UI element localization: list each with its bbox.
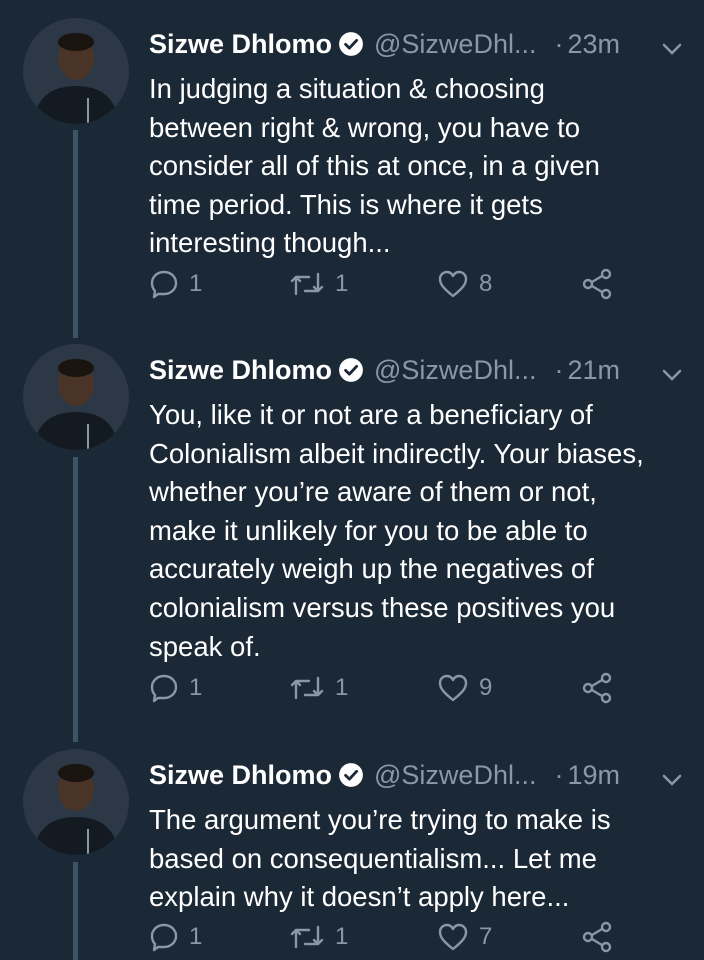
display-name[interactable]: Sizwe Dhlomo bbox=[149, 355, 332, 386]
timestamp[interactable]: 21m bbox=[567, 355, 620, 386]
share-button[interactable] bbox=[581, 668, 613, 708]
avatar[interactable] bbox=[23, 344, 129, 450]
chevron-down-icon[interactable] bbox=[662, 763, 682, 794]
retweet-button[interactable]: 1 bbox=[289, 917, 348, 957]
verified-badge-icon bbox=[338, 762, 364, 788]
like-button[interactable]: 8 bbox=[437, 264, 492, 304]
reply-count: 1 bbox=[189, 270, 203, 297]
avatar[interactable] bbox=[23, 18, 129, 124]
tweet-header: Sizwe Dhlomo @SizweDhl... · 21m bbox=[149, 348, 684, 392]
like-button[interactable]: 9 bbox=[437, 668, 492, 708]
tweet-header: Sizwe Dhlomo @SizweDhl... · 23m bbox=[149, 22, 684, 66]
share-icon bbox=[581, 921, 613, 953]
share-button[interactable] bbox=[581, 264, 613, 304]
reply-count: 1 bbox=[189, 674, 203, 701]
like-count: 8 bbox=[479, 270, 493, 297]
retweet-icon bbox=[289, 922, 325, 952]
tweet-actions: 1 1 8 bbox=[149, 264, 629, 304]
tweet-header: Sizwe Dhlomo @SizweDhl... · 19m bbox=[149, 753, 684, 797]
like-count: 7 bbox=[479, 923, 493, 950]
reply-icon bbox=[149, 922, 179, 952]
user-handle[interactable]: @SizweDhl... bbox=[374, 760, 536, 791]
avatar-image bbox=[23, 18, 129, 124]
verified-badge-icon bbox=[338, 31, 364, 57]
separator-dot: · bbox=[554, 28, 564, 59]
display-name[interactable]: Sizwe Dhlomo bbox=[149, 29, 332, 60]
retweet-count: 1 bbox=[335, 923, 349, 950]
reply-button[interactable]: 1 bbox=[149, 668, 202, 708]
like-button[interactable]: 7 bbox=[437, 917, 492, 957]
timestamp[interactable]: 19m bbox=[567, 760, 620, 791]
display-name[interactable]: Sizwe Dhlomo bbox=[149, 760, 332, 791]
retweet-icon bbox=[289, 673, 325, 703]
user-handle[interactable]: @SizweDhl... bbox=[374, 355, 536, 386]
chevron-down-icon[interactable] bbox=[662, 32, 682, 63]
retweet-count: 1 bbox=[335, 674, 349, 701]
share-button[interactable] bbox=[581, 917, 613, 957]
tweet[interactable]: Sizwe Dhlomo @SizweDhl... · 21m You, lik… bbox=[0, 344, 704, 734]
tweet-text: In judging a situation & choosing betwee… bbox=[149, 73, 600, 259]
chevron-down-icon[interactable] bbox=[662, 358, 682, 389]
retweet-icon bbox=[289, 269, 325, 299]
share-icon bbox=[581, 268, 613, 300]
reply-icon bbox=[149, 673, 179, 703]
heart-icon bbox=[437, 673, 469, 703]
avatar-image bbox=[23, 344, 129, 450]
tweet-actions: 1 1 7 bbox=[149, 917, 629, 957]
reply-button[interactable]: 1 bbox=[149, 917, 202, 957]
heart-icon bbox=[437, 269, 469, 299]
avatar[interactable] bbox=[23, 749, 129, 855]
separator-dot: · bbox=[554, 759, 564, 790]
reply-icon bbox=[149, 269, 179, 299]
reply-count: 1 bbox=[189, 923, 203, 950]
tweet[interactable]: Sizwe Dhlomo @SizweDhl... · 19m The argu… bbox=[0, 749, 704, 960]
reply-button[interactable]: 1 bbox=[149, 264, 202, 304]
tweet-actions: 1 1 9 bbox=[149, 668, 629, 708]
user-handle[interactable]: @SizweDhl... bbox=[374, 29, 536, 60]
retweet-count: 1 bbox=[335, 270, 349, 297]
retweet-button[interactable]: 1 bbox=[289, 264, 348, 304]
separator-dot: · bbox=[554, 354, 564, 385]
verified-badge-icon bbox=[338, 357, 364, 383]
avatar-image bbox=[23, 749, 129, 855]
heart-icon bbox=[437, 922, 469, 952]
tweet[interactable]: Sizwe Dhlomo @SizweDhl... · 23m In judgi… bbox=[0, 18, 704, 318]
share-icon bbox=[581, 672, 613, 704]
tweet-text: The argument you’re trying to make is ba… bbox=[149, 804, 611, 913]
like-count: 9 bbox=[479, 674, 493, 701]
tweet-text: You, like it or not are a beneficiary of… bbox=[149, 399, 644, 662]
timestamp[interactable]: 23m bbox=[567, 29, 620, 60]
retweet-button[interactable]: 1 bbox=[289, 668, 348, 708]
